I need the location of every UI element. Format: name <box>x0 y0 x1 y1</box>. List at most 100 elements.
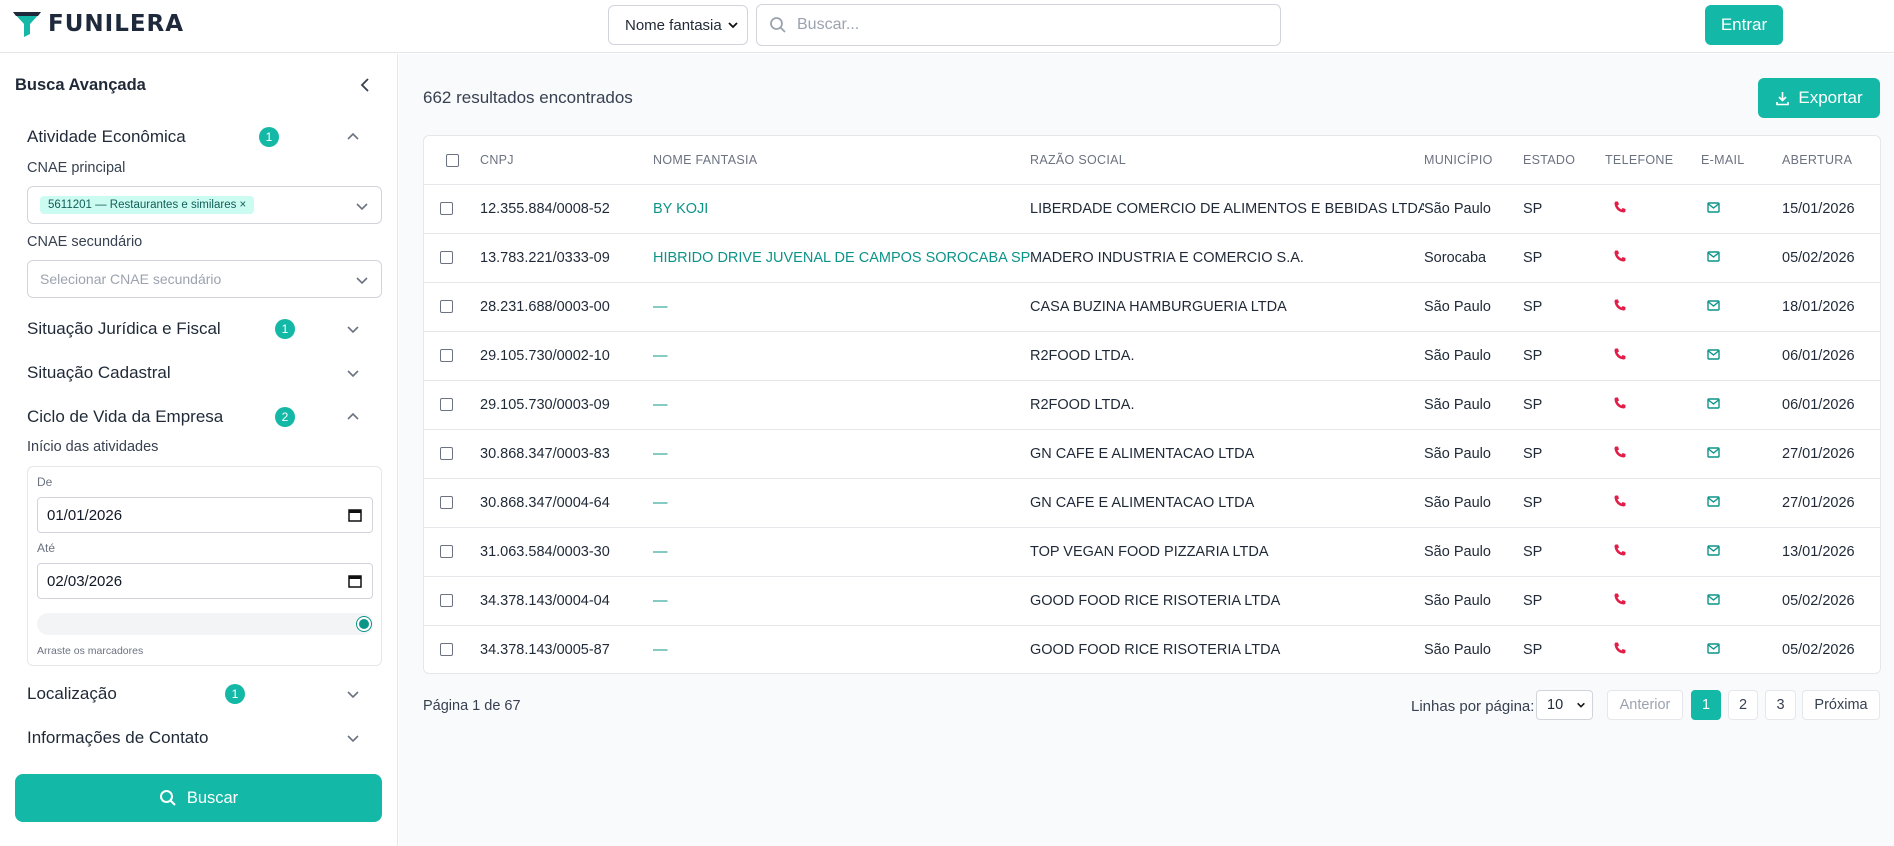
table-row[interactable]: 13.783.221/0333-09 HIBRIDO DRIVE JUVENAL … <box>424 233 1880 283</box>
cell-nome-fantasia[interactable]: — <box>653 331 1030 381</box>
mail-icon[interactable] <box>1707 643 1720 654</box>
column-header[interactable]: NOME FANTASIA <box>653 136 1030 185</box>
chevron-left-icon[interactable] <box>358 76 372 94</box>
table-row[interactable]: 29.105.730/0002-10— R2FOOD LTDA. São Paulo… <box>424 331 1880 381</box>
table-row[interactable]: 34.378.143/0005-87 — GOOD FOOD RICE RISOTE… <box>424 625 1880 673</box>
mail-icon[interactable] <box>1707 201 1720 213</box>
cnae-chip[interactable]: 5611201 — Restaurantes e similares × <box>40 196 255 214</box>
cell-municipio: São Paulo <box>1424 184 1523 234</box>
row-checkbox[interactable] <box>440 202 453 216</box>
search-input[interactable] <box>797 16 1237 34</box>
results-area: 662 resultados encontrados Exportar CNPJ… <box>399 54 1894 846</box>
section-atividade-economica[interactable]: Atividade Econômica 1 <box>27 124 372 150</box>
row-checkbox[interactable] <box>440 251 453 265</box>
date-from-input[interactable]: 01/01/2026 <box>37 497 373 533</box>
section-label: Atividade Econômica <box>27 127 186 146</box>
row-checkbox[interactable] <box>440 398 453 412</box>
login-button[interactable]: Entrar <box>1705 5 1783 45</box>
row-checkbox[interactable] <box>440 594 453 608</box>
search-icon <box>159 790 176 806</box>
rows-per-page-select[interactable]: 10 <box>1536 690 1593 720</box>
phone-icon[interactable] <box>1613 347 1627 361</box>
table-row[interactable]: 30.868.347/0003-83— GN CAFE E ALIMENTACAO… <box>424 429 1880 479</box>
mail-icon[interactable] <box>1707 250 1720 262</box>
phone-icon[interactable] <box>1613 494 1627 508</box>
search-button[interactable]: Buscar <box>15 774 382 822</box>
column-header[interactable]: CNPJ <box>480 136 653 185</box>
brand-name: FUNILERA <box>48 11 185 37</box>
select-all-checkbox[interactable] <box>446 153 459 167</box>
mail-icon[interactable] <box>1707 495 1720 507</box>
download-icon <box>1776 91 1790 105</box>
phone-icon[interactable] <box>1613 396 1627 410</box>
row-checkbox[interactable] <box>440 349 453 363</box>
phone-icon[interactable] <box>1613 200 1627 214</box>
row-checkbox[interactable] <box>440 545 453 559</box>
section-situacao-cadastral[interactable]: Situação Cadastral <box>27 360 372 386</box>
cell-cnpj: 34.378.143/0004-04 <box>480 576 653 626</box>
cell-nome-fantasia[interactable]: — <box>653 478 1030 528</box>
cell-nome-fantasia[interactable]: HIBRIDO DRIVE JUVENAL DE CAMPOS SOROCABA… <box>653 233 1030 283</box>
phone-icon[interactable] <box>1613 298 1627 312</box>
column-header[interactable]: RAZÃO SOCIAL <box>1030 136 1424 185</box>
table-row[interactable]: 30.868.347/0004-64— GN CAFE E ALIMENTACAO… <box>424 478 1880 528</box>
column-header[interactable]: ABERTURA <box>1782 136 1880 185</box>
mail-icon[interactable] <box>1707 544 1720 556</box>
row-checkbox[interactable] <box>440 300 453 314</box>
cnae-secundario-select[interactable]: Selecionar CNAE secundário <box>27 260 382 298</box>
column-header[interactable]: TELEFONE <box>1605 136 1701 185</box>
phone-icon[interactable] <box>1613 592 1627 606</box>
cell-nome-fantasia[interactable]: — <box>653 429 1030 479</box>
export-button[interactable]: Exportar <box>1758 78 1880 118</box>
phone-icon[interactable] <box>1613 249 1627 263</box>
phone-icon[interactable] <box>1613 543 1627 557</box>
brand-logo[interactable]: FUNILERA <box>12 10 184 38</box>
phone-icon[interactable] <box>1613 641 1627 655</box>
table-row[interactable]: 12.355.884/0008-52 BY KOJI LIBERDADE COMER… <box>424 184 1880 234</box>
cell-nome-fantasia[interactable]: — <box>653 380 1030 430</box>
mail-icon[interactable] <box>1707 299 1720 311</box>
cell-nome-fantasia[interactable]: — <box>653 282 1030 332</box>
mail-icon[interactable] <box>1707 397 1720 409</box>
page-button-2[interactable]: 2 <box>1728 690 1758 720</box>
row-checkbox[interactable] <box>440 496 453 510</box>
phone-icon[interactable] <box>1613 445 1627 459</box>
date-to-input[interactable]: 02/03/2026 <box>37 563 373 599</box>
previous-page-button[interactable]: Anterior <box>1607 690 1683 720</box>
cell-razao-social: R2FOOD LTDA. <box>1030 380 1424 430</box>
table-row[interactable]: 31.063.584/0003-30— TOP VEGAN FOOD PIZZAR… <box>424 527 1880 577</box>
cell-telefone <box>1605 478 1701 528</box>
row-checkbox[interactable] <box>440 447 453 461</box>
calendar-icon[interactable] <box>348 574 362 588</box>
table-row[interactable]: 29.105.730/0003-09— R2FOOD LTDA. São Paulo… <box>424 380 1880 430</box>
cell-nome-fantasia[interactable]: BY KOJI <box>653 184 1030 234</box>
filter-count-badge: 2 <box>275 407 295 427</box>
page-button-1[interactable]: 1 <box>1691 690 1721 720</box>
table-row[interactable]: 34.378.143/0004-04— GOOD FOOD RICE RISOTE… <box>424 576 1880 626</box>
cell-nome-fantasia[interactable]: — <box>653 625 1030 673</box>
date-range-slider[interactable] <box>37 613 373 635</box>
cell-nome-fantasia[interactable]: — <box>653 527 1030 577</box>
section-ciclo-de-vida[interactable]: Ciclo de Vida da Empresa 2 <box>27 404 372 430</box>
cnae-principal-select[interactable]: 5611201 — Restaurantes e similares × <box>27 186 382 224</box>
section-informacoes-contato[interactable]: Informações de Contato <box>27 725 372 751</box>
column-header[interactable]: MUNICÍPIO <box>1424 136 1523 185</box>
calendar-icon[interactable] <box>348 508 362 522</box>
section-localizacao[interactable]: Localização 1 <box>27 681 372 707</box>
next-page-button[interactable]: Próxima <box>1802 690 1880 720</box>
cell-municipio: São Paulo <box>1424 429 1523 479</box>
section-situacao-juridica[interactable]: Situação Jurídica e Fiscal 1 <box>27 316 372 342</box>
search-mode-select[interactable]: Nome fantasia <box>608 5 748 45</box>
filter-count-badge: 1 <box>275 319 295 339</box>
table-row[interactable]: 28.231.688/0003-00— CASA BUZINA HAMBURGUE… <box>424 282 1880 332</box>
slider-handle[interactable] <box>357 617 371 631</box>
mail-icon[interactable] <box>1707 446 1720 458</box>
column-header[interactable]: E-MAIL <box>1701 136 1782 185</box>
mail-icon[interactable] <box>1707 593 1720 605</box>
page-button-3[interactable]: 3 <box>1765 690 1796 720</box>
mail-icon[interactable] <box>1707 348 1720 360</box>
cell-nome-fantasia[interactable]: — <box>653 576 1030 626</box>
cell-razao-social: R2FOOD LTDA. <box>1030 331 1424 381</box>
column-header[interactable]: ESTADO <box>1523 136 1605 185</box>
row-checkbox[interactable] <box>440 643 453 657</box>
